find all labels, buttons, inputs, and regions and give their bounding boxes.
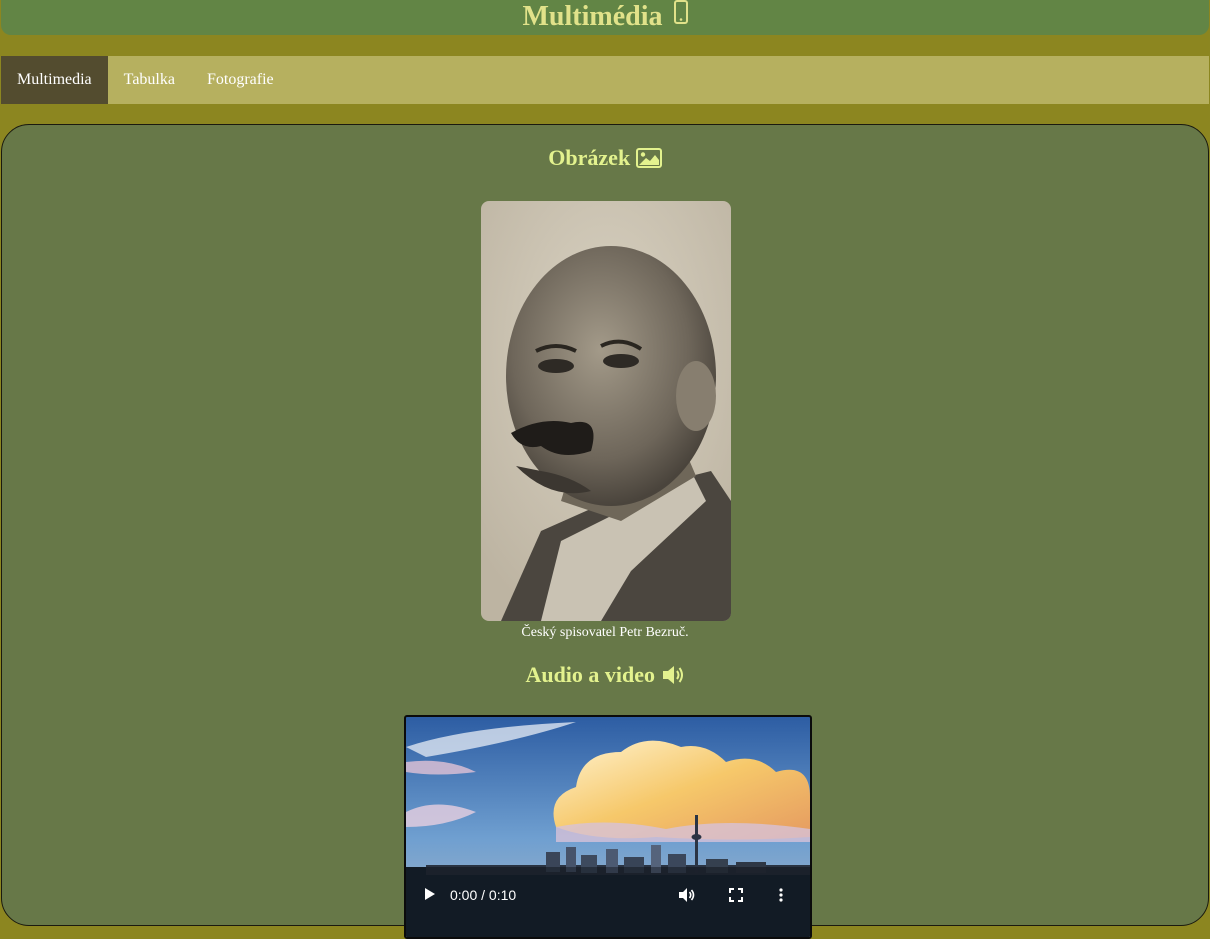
video-time: 0:00 / 0:10 — [450, 887, 517, 903]
video-player[interactable]: 0:00 / 0:10 — [404, 715, 812, 939]
portrait-caption: Český spisovatel Petr Bezruč. — [521, 625, 689, 640]
play-icon[interactable] — [424, 887, 436, 904]
site-title-text: Multimédia — [522, 1, 663, 32]
site-title: Multimédia — [1, 0, 1209, 34]
site-header: Multimédia — [1, 0, 1209, 35]
media-section-title-text: Audio a video — [525, 662, 656, 687]
image-section-title-text: Obrázek — [548, 145, 631, 170]
nav-item-multimedia[interactable]: Multimedia — [1, 56, 108, 104]
volume-icon[interactable] — [678, 887, 696, 906]
portrait-image — [481, 201, 731, 621]
media-section-title: Audio a video — [2, 662, 1208, 688]
more-options-icon[interactable] — [778, 887, 784, 906]
image-section-title: Obrázek — [2, 145, 1208, 171]
fullscreen-icon[interactable] — [728, 887, 744, 906]
mobile-phone-icon — [673, 0, 688, 33]
nav-item-tabulka[interactable]: Tabulka — [108, 56, 191, 104]
nav-item-fotografie[interactable]: Fotografie — [191, 56, 290, 104]
video-controls: 0:00 / 0:10 — [406, 878, 810, 912]
image-icon — [635, 145, 662, 170]
content-panel: Obrázek Český spisovatel Petr Bezruč. Au… — [1, 124, 1209, 939]
main-nav: Multimedia Tabulka Fotografie — [1, 56, 1209, 104]
volume-icon — [661, 662, 685, 687]
